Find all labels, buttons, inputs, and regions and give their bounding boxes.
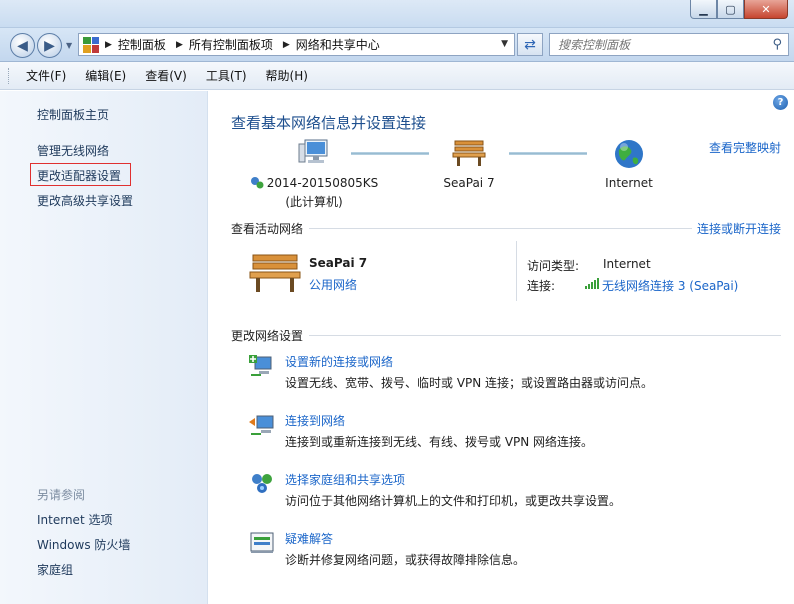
search-icon[interactable]: ⚲ [772, 37, 782, 52]
breadcrumb-separator-icon[interactable]: ▶ [105, 40, 112, 50]
internet-globe-icon [615, 140, 643, 168]
full-map-link[interactable]: 查看完整映射 [709, 139, 781, 156]
connect-network-desc: 连接到或重新连接到无线、有线、拨号或 VPN 网络连接。 [285, 435, 594, 449]
section-divider [309, 228, 692, 229]
recent-pages-dropdown[interactable]: ▼ [66, 41, 72, 50]
connect-network-link[interactable]: 连接到网络 [285, 412, 345, 429]
connect-disconnect-link[interactable]: 连接或断开连接 [697, 220, 781, 237]
breadcrumb-all-items[interactable]: 所有控制面板项 [189, 36, 273, 53]
menu-view[interactable]: 查看(V) [135, 67, 196, 84]
map-computer-node[interactable]: 2014-20150805KS (此计算机) [239, 138, 389, 210]
section-divider [309, 335, 781, 336]
back-arrow-icon: ◀ [17, 37, 28, 54]
address-dropdown-icon[interactable]: ▼ [501, 39, 508, 49]
menu-file[interactable]: 文件(F) [16, 67, 75, 84]
map-internet-label: Internet [605, 176, 653, 190]
network-bench-icon [249, 254, 301, 292]
computer-name: 2014-20150805KS [266, 176, 379, 190]
sidebar-item-manage-wireless[interactable]: 管理无线网络 [37, 142, 109, 159]
back-button[interactable]: ◀ [10, 33, 35, 58]
title-bar: ▁ ▢ ✕ [0, 0, 794, 28]
homegroup-link[interactable]: 选择家庭组和共享选项 [285, 471, 405, 488]
computer-sub-label: (此计算机) [285, 195, 343, 209]
sidebar-item-internet-options[interactable]: Internet 选项 [37, 511, 112, 528]
menu-help[interactable]: 帮助(H) [256, 67, 317, 84]
forward-button[interactable]: ▶ [37, 33, 62, 58]
search-box[interactable]: ⚲ [549, 33, 789, 56]
map-network-name: SeaPai 7 [443, 176, 495, 190]
wireless-connection-link[interactable]: 无线网络连接 3 (SeaPai) [602, 277, 738, 294]
breadcrumb-separator-icon[interactable]: ▶ [176, 40, 183, 50]
sidebar-item-adapter-settings[interactable]: 更改适配器设置 [37, 167, 121, 184]
see-also-heading: 另请参阅 [37, 488, 86, 502]
sidebar-item-firewall[interactable]: Windows 防火墙 [37, 536, 130, 553]
address-row: ◀ ▶ ▼ ▶ 控制面板 ▶ 所有控制面板项 ▶ 网络和共享中心 ▼ ⇄ ⚲ [0, 28, 794, 62]
page-title: 查看基本网络信息并设置连接 [231, 114, 427, 132]
connect-network-icon [249, 415, 274, 435]
forward-arrow-icon: ▶ [44, 37, 55, 54]
troubleshoot-link[interactable]: 疑难解答 [285, 530, 333, 547]
close-button[interactable]: ✕ [744, 0, 788, 19]
help-icon[interactable]: ? [773, 95, 788, 110]
troubleshoot-desc: 诊断并修复网络问题，或获得故障排除信息。 [285, 553, 526, 567]
setup-connection-desc: 设置无线、宽带、拨号、临时或 VPN 连接；或设置路由器或访问点。 [285, 376, 654, 390]
breadcrumb-separator-icon[interactable]: ▶ [283, 40, 290, 50]
main-content: ? 查看基本网络信息并设置连接 查看完整映射 2014-20150805KS (… [209, 91, 794, 604]
homegroup-desc: 访问位于其他网络计算机上的文件和打印机，或更改共享设置。 [285, 494, 622, 508]
refresh-icon: ⇄ [524, 36, 536, 53]
refresh-button[interactable]: ⇄ [517, 33, 543, 56]
computer-icon [298, 139, 328, 163]
vertical-divider [516, 241, 517, 301]
access-type-label: 访问类型: [527, 259, 580, 273]
homegroup-icon [252, 474, 272, 493]
sidebar: 控制面板主页 管理无线网络 更改适配器设置 更改高级共享设置 另请参阅 Inte… [0, 91, 208, 604]
maximize-button[interactable]: ▢ [717, 0, 744, 19]
connection-line [509, 152, 587, 155]
troubleshoot-icon [250, 532, 274, 553]
map-internet-node[interactable]: Internet [579, 138, 679, 190]
change-settings-heading: 更改网络设置 [231, 329, 304, 343]
active-networks-heading: 查看活动网络 [231, 222, 304, 236]
minimize-button[interactable]: ▁ [690, 0, 717, 19]
sidebar-item-home[interactable]: 控制面板主页 [37, 106, 109, 123]
connection-label: 连接: [527, 279, 556, 293]
menu-bar: 文件(F) 编辑(E) 查看(V) 工具(T) 帮助(H) [0, 62, 794, 90]
active-network-name: SeaPai 7 [309, 256, 368, 270]
breadcrumb-control-panel[interactable]: 控制面板 [118, 36, 166, 53]
window-controls: ▁ ▢ ✕ [690, 0, 788, 19]
network-globe-small-icon [250, 177, 264, 189]
breadcrumb-network-center[interactable]: 网络和共享中心 [296, 36, 380, 53]
wireless-signal-icon [585, 278, 599, 289]
sidebar-item-homegroup[interactable]: 家庭组 [37, 561, 73, 578]
control-panel-icon [83, 36, 99, 53]
address-bar[interactable]: ▶ 控制面板 ▶ 所有控制面板项 ▶ 网络和共享中心 ▼ [78, 33, 515, 56]
menu-tools[interactable]: 工具(T) [196, 67, 256, 84]
menu-edit[interactable]: 编辑(E) [75, 67, 135, 84]
new-connection-icon [249, 355, 272, 376]
setup-connection-link[interactable]: 设置新的连接或网络 [285, 353, 393, 370]
search-input[interactable] [558, 37, 758, 52]
menu-grip [8, 67, 10, 84]
sidebar-item-advanced-sharing[interactable]: 更改高级共享设置 [37, 192, 133, 209]
network-category-link[interactable]: 公用网络 [309, 276, 357, 293]
map-network-node[interactable]: SeaPai 7 [414, 138, 524, 190]
bench-icon [452, 140, 486, 166]
access-type-value: Internet [603, 257, 651, 271]
